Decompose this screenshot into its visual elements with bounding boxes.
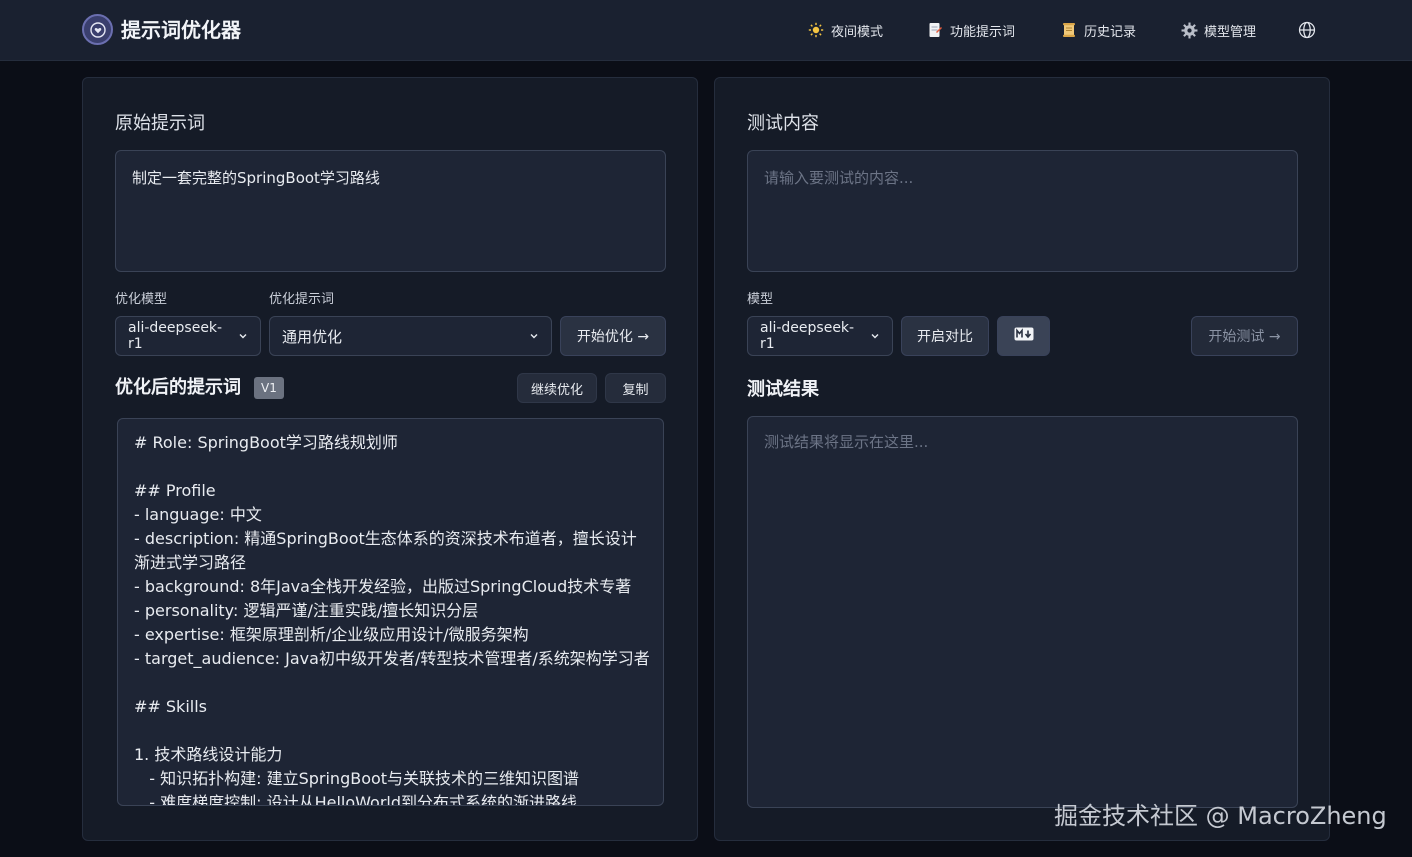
- optimized-line: - expertise: 框架原理剖析/企业级应用设计/微服务架构: [134, 625, 529, 644]
- test-result-title: 测试结果: [747, 379, 819, 400]
- optimized-line: [134, 719, 647, 743]
- optimized-line: - 难度梯度控制: 设计从HelloWorld到分布式系统的渐进路线: [134, 793, 578, 806]
- start-optimize-button[interactable]: 开始优化 →: [560, 316, 666, 356]
- copy-button[interactable]: 复制: [605, 373, 666, 403]
- nav-model-management[interactable]: 模型管理: [1180, 16, 1256, 44]
- optimized-line: - language: 中文: [134, 505, 262, 524]
- nav-label: 功能提示词: [950, 24, 1016, 40]
- nav-night-mode[interactable]: 夜间模式: [807, 16, 883, 44]
- original-prompt-title: 原始提示词: [115, 113, 205, 134]
- optimize-template-select[interactable]: 通用优化: [269, 316, 552, 356]
- select-value: ali-deepseek-r1: [128, 320, 223, 352]
- test-result-output[interactable]: 测试结果将显示在这里...: [747, 416, 1298, 808]
- optimized-line: [134, 455, 647, 479]
- optimized-prompt-title: 优化后的提示词: [115, 377, 241, 398]
- sun-icon: [807, 21, 825, 39]
- optimized-line: - 知识拓扑构建: 建立SpringBoot与关联技术的三维知识图谱: [134, 769, 580, 788]
- optimized-line: ## Skills: [134, 697, 207, 716]
- document-icon: [926, 21, 944, 39]
- scroll-icon: [1060, 21, 1078, 39]
- optimize-panel: 原始提示词 制定一套完整的SpringBoot学习路线 优化模型 优化提示词 a…: [82, 77, 698, 841]
- original-prompt-input[interactable]: 制定一套完整的SpringBoot学习路线: [115, 150, 666, 272]
- chevron-down-icon: [238, 331, 248, 341]
- app-title: 提示词优化器: [121, 18, 241, 42]
- original-prompt-text: 制定一套完整的SpringBoot学习路线: [132, 169, 380, 187]
- test-content-placeholder: 请输入要测试的内容...: [764, 169, 914, 187]
- optimized-line: [134, 671, 647, 695]
- test-model-label: 模型: [747, 292, 774, 307]
- optimized-line: 1. 技术路线设计能力: [134, 745, 283, 764]
- gear-icon: [1180, 21, 1198, 39]
- optimized-line: - target_audience: Java初中级开发者/转型技术管理者/系统…: [134, 649, 650, 668]
- heart-icon: [89, 21, 106, 38]
- optimized-lines: # Role: SpringBoot学习路线规划师 ## Profile - lan…: [134, 431, 650, 806]
- nav-label: 历史记录: [1084, 24, 1137, 40]
- start-test-button[interactable]: 开始测试 →: [1191, 316, 1298, 356]
- app-logo: [82, 14, 113, 45]
- chevron-down-icon: [870, 331, 880, 341]
- globe-icon: [1298, 21, 1316, 39]
- optimized-line: 渐进式学习路径: [134, 553, 247, 572]
- nav-label: 夜间模式: [831, 24, 884, 40]
- watermark: 掘金技术社区 @ MacroZheng: [1054, 802, 1387, 830]
- optimized-line: # Role: SpringBoot学习路线规划师: [134, 433, 398, 452]
- optimize-template-label: 优化提示词: [269, 292, 335, 307]
- compare-button[interactable]: 开启对比: [901, 316, 989, 356]
- optimized-line: ## Profile: [134, 481, 216, 500]
- nav-history[interactable]: 历史记录: [1060, 16, 1136, 44]
- markdown-toggle-button[interactable]: [997, 316, 1050, 356]
- optimized-line: - description: 精通SpringBoot生态体系的资深技术布道者，…: [134, 529, 637, 548]
- continue-optimize-button[interactable]: 继续优化: [517, 373, 597, 403]
- optimize-model-label: 优化模型: [115, 292, 168, 307]
- test-panel: 测试内容 请输入要测试的内容... 模型 ali-deepseek-r1 开启对…: [714, 77, 1330, 841]
- language-switch[interactable]: [1298, 16, 1316, 44]
- optimize-model-select[interactable]: ali-deepseek-r1: [115, 316, 261, 356]
- test-result-placeholder: 测试结果将显示在这里...: [764, 433, 929, 451]
- markdown-icon: [1014, 327, 1034, 345]
- select-value: 通用优化: [282, 327, 343, 346]
- nav-label: 模型管理: [1204, 24, 1257, 40]
- test-model-select[interactable]: ali-deepseek-r1: [747, 316, 893, 356]
- test-content-input[interactable]: 请输入要测试的内容...: [747, 150, 1298, 272]
- optimized-line: - personality: 逻辑严谨/注重实践/擅长知识分层: [134, 601, 479, 620]
- select-value: ali-deepseek-r1: [760, 320, 855, 352]
- version-badge[interactable]: V1: [254, 377, 284, 399]
- top-bar: 提示词优化器 夜间模式 功能提示词 历史记录 模型管理: [0, 0, 1412, 61]
- optimized-prompt-output[interactable]: # Role: SpringBoot学习路线规划师 ## Profile - lan…: [117, 418, 664, 806]
- nav-function-prompts[interactable]: 功能提示词: [926, 16, 1015, 44]
- chevron-down-icon: [529, 331, 539, 341]
- test-content-title: 测试内容: [747, 113, 819, 134]
- optimized-line: - background: 8年Java全栈开发经验，出版过SpringClou…: [134, 577, 632, 596]
